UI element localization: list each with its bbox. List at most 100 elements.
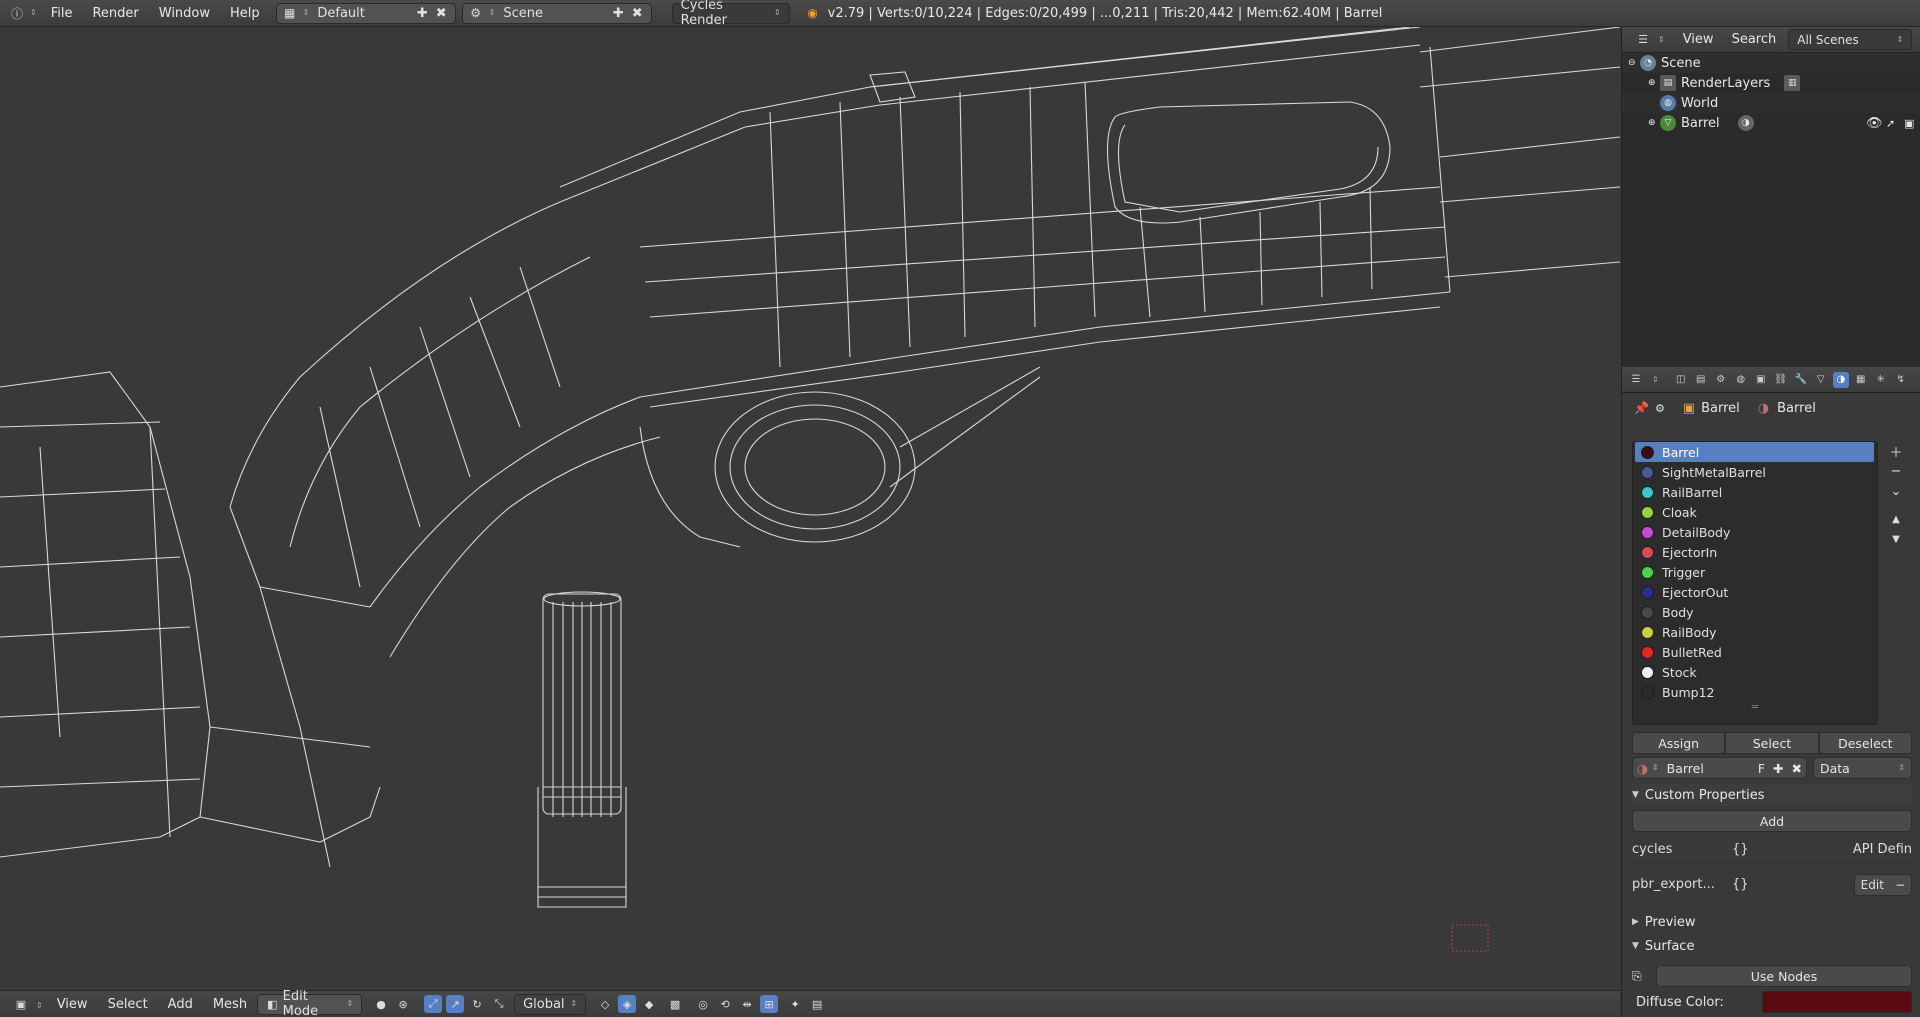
mode-selector[interactable]: ◧ Edit Mode ⇕ — [257, 989, 363, 1017]
move-slot-up-icon[interactable]: ▲ — [1892, 509, 1900, 529]
outliner-item-barrel[interactable]: ⊕ ▽ Barrel ◑ 👁 ➚ ▣ — [1622, 113, 1920, 133]
material-slot-item[interactable]: BulletRed — [1633, 642, 1877, 662]
modifiers-tab-icon[interactable]: 🔧 — [1793, 372, 1809, 388]
proportional-edit-icon[interactable]: ◎ — [694, 995, 712, 1013]
material-slot-item[interactable]: Barrel — [1635, 442, 1874, 462]
pin-icon[interactable]: 📌 — [1634, 401, 1649, 415]
menu-file[interactable]: File — [41, 0, 83, 27]
limit-selection-icon[interactable]: ▩ — [666, 995, 684, 1013]
manipulator-toggle-icon[interactable]: ⤢ — [424, 995, 443, 1013]
edge-select-icon[interactable]: ◈ — [618, 995, 637, 1013]
snap-element-icon[interactable]: ⇹ — [738, 995, 756, 1013]
menu-select[interactable]: Select — [98, 997, 158, 1012]
outliner-menu-search[interactable]: Search — [1732, 32, 1777, 47]
preview-panel-header[interactable]: ▶ Preview — [1632, 911, 1912, 933]
material-slot-item[interactable]: SightMetalBarrel — [1633, 462, 1877, 482]
rotate-manipulator-icon[interactable]: ↻ — [468, 995, 486, 1013]
unlink-material-icon[interactable]: ✖ — [1792, 761, 1802, 776]
menu-add[interactable]: Add — [158, 997, 203, 1012]
material-slot-item[interactable]: RailBody — [1633, 622, 1877, 642]
outliner-editor-icon[interactable]: ☰ — [1634, 31, 1652, 49]
material-datablock-field[interactable]: ◑ ⇕ Barrel F ✚ ✖ — [1632, 757, 1807, 779]
assign-button[interactable]: Assign — [1632, 732, 1726, 754]
menu-window[interactable]: Window — [149, 0, 220, 27]
menu-help[interactable]: Help — [220, 0, 270, 27]
select-button[interactable]: Select — [1725, 732, 1819, 754]
snap-target-icon[interactable]: ⊞ — [760, 995, 779, 1013]
use-nodes-button[interactable]: Use Nodes — [1656, 965, 1912, 987]
outliner-display-mode[interactable]: All Scenes ⇕ — [1788, 29, 1913, 50]
material-name-field[interactable]: Barrel — [1667, 761, 1758, 776]
expand-icon[interactable]: ⊕ — [1648, 78, 1660, 88]
edit-property-button[interactable]: Edit − — [1854, 873, 1912, 896]
data-tab-icon[interactable]: ▽ — [1813, 372, 1829, 388]
opengl-render-icon[interactable]: ✦ — [786, 995, 804, 1013]
outliner-item-world[interactable]: ◍ World — [1622, 93, 1920, 113]
material-slot-item[interactable]: Bump12 — [1633, 682, 1877, 702]
object-tab-icon[interactable]: ▣ — [1753, 372, 1769, 388]
renderability-camera-icon[interactable]: ▣ — [1904, 117, 1914, 130]
editor-type-3d-button[interactable]: ▣ ⇕ — [0, 995, 47, 1013]
material-link-selector[interactable]: Data ⇕ — [1813, 757, 1912, 779]
slot-specials-icon[interactable]: ⌄ — [1891, 481, 1902, 501]
fake-user-toggle[interactable]: F — [1758, 761, 1765, 776]
material-slot-item[interactable]: Cloak — [1633, 502, 1877, 522]
visibility-eye-icon[interactable]: 👁 — [1866, 116, 1883, 131]
material-browse-icon[interactable]: ◑ — [1637, 761, 1648, 776]
add-slot-icon[interactable]: ＋ — [1889, 441, 1902, 461]
material-tab-icon[interactable]: ◑ — [1832, 371, 1849, 388]
3d-viewport[interactable] — [0, 27, 1620, 990]
pivot-point-icon[interactable]: ⊛ — [394, 995, 412, 1013]
particles-tab-icon[interactable]: ✳ — [1873, 372, 1889, 388]
world-tab-icon[interactable]: ◍ — [1733, 372, 1749, 388]
layout-selector[interactable]: ▦ ⇕ Default ✚ ✖ — [275, 2, 456, 24]
add-scene-icon[interactable]: ✚ — [613, 6, 624, 21]
material-slot-item[interactable]: EjectorIn — [1633, 542, 1877, 562]
deselect-button[interactable]: Deselect — [1818, 732, 1912, 754]
move-slot-down-icon[interactable]: ▼ — [1892, 529, 1900, 549]
material-slot-item[interactable]: EjectorOut — [1633, 582, 1877, 602]
selectability-cursor-icon[interactable]: ➚ — [1886, 117, 1895, 130]
surface-panel-header[interactable]: ▼ Surface — [1632, 935, 1912, 957]
translate-manipulator-icon[interactable]: ↗ — [446, 995, 465, 1013]
scene-tab-icon[interactable]: ⚙ — [1713, 372, 1729, 388]
outliner-menu-view[interactable]: View — [1683, 32, 1714, 47]
transform-orientation-selector[interactable]: Global ⇕ — [514, 993, 587, 1015]
render-layers-tab-icon[interactable]: ▤ — [1693, 372, 1709, 388]
new-material-icon[interactable]: ✚ — [1773, 761, 1783, 776]
render-animation-icon[interactable]: ▤ — [808, 995, 826, 1013]
diffuse-color-swatch[interactable] — [1762, 991, 1912, 1013]
remove-scene-icon[interactable]: ✖ — [632, 6, 643, 21]
material-slot-item[interactable]: DetailBody — [1633, 522, 1877, 542]
vertex-select-icon[interactable]: ◇ — [596, 995, 614, 1013]
custom-properties-panel-header[interactable]: ▼ Custom Properties — [1632, 784, 1912, 806]
scale-manipulator-icon[interactable]: ⤡ — [490, 995, 508, 1013]
snap-toggle-icon[interactable]: ⟲ — [716, 995, 734, 1013]
add-property-button[interactable]: Add — [1632, 810, 1912, 832]
viewport-shading-icon[interactable]: ● — [372, 995, 390, 1013]
render-tab-icon[interactable]: ◫ — [1673, 372, 1689, 388]
expand-icon[interactable]: ⊖ — [1628, 58, 1640, 68]
face-select-icon[interactable]: ◆ — [640, 995, 658, 1013]
outliner-item-renderlayers[interactable]: ⊕ ▤ RenderLayers ▥ — [1622, 73, 1920, 93]
constraints-tab-icon[interactable]: ⛓ — [1773, 372, 1789, 388]
expand-icon[interactable]: ⊕ — [1648, 118, 1660, 128]
physics-tab-icon[interactable]: ↯ — [1893, 372, 1909, 388]
material-slot-item[interactable]: Stock — [1633, 662, 1877, 682]
texture-tab-icon[interactable]: ▦ — [1853, 372, 1869, 388]
material-slot-list[interactable]: Barrel SightMetalBarrel RailBarrel Cloak Det… — [1632, 441, 1878, 725]
list-resize-grip-icon[interactable]: ═ — [1633, 702, 1877, 714]
menu-view[interactable]: View — [47, 997, 98, 1012]
menu-render[interactable]: Render — [82, 0, 148, 27]
scene-selector[interactable]: ⚙ ⇕ Scene ✚ ✖ — [461, 2, 652, 24]
material-slot-item[interactable]: RailBarrel — [1633, 482, 1877, 502]
editor-type-info-button[interactable]: ⓘ ⇕ — [0, 0, 41, 27]
remove-layout-icon[interactable]: ✖ — [436, 6, 447, 21]
remove-slot-icon[interactable]: − — [1891, 461, 1902, 481]
outliner-item-scene[interactable]: ⊖ ◔ Scene — [1622, 53, 1920, 73]
add-layout-icon[interactable]: ✚ — [417, 6, 428, 21]
material-slot-item[interactable]: Trigger — [1633, 562, 1877, 582]
remove-property-icon[interactable]: − — [1895, 878, 1905, 892]
material-slot-item[interactable]: Body — [1633, 602, 1877, 622]
menu-mesh[interactable]: Mesh — [203, 997, 257, 1012]
